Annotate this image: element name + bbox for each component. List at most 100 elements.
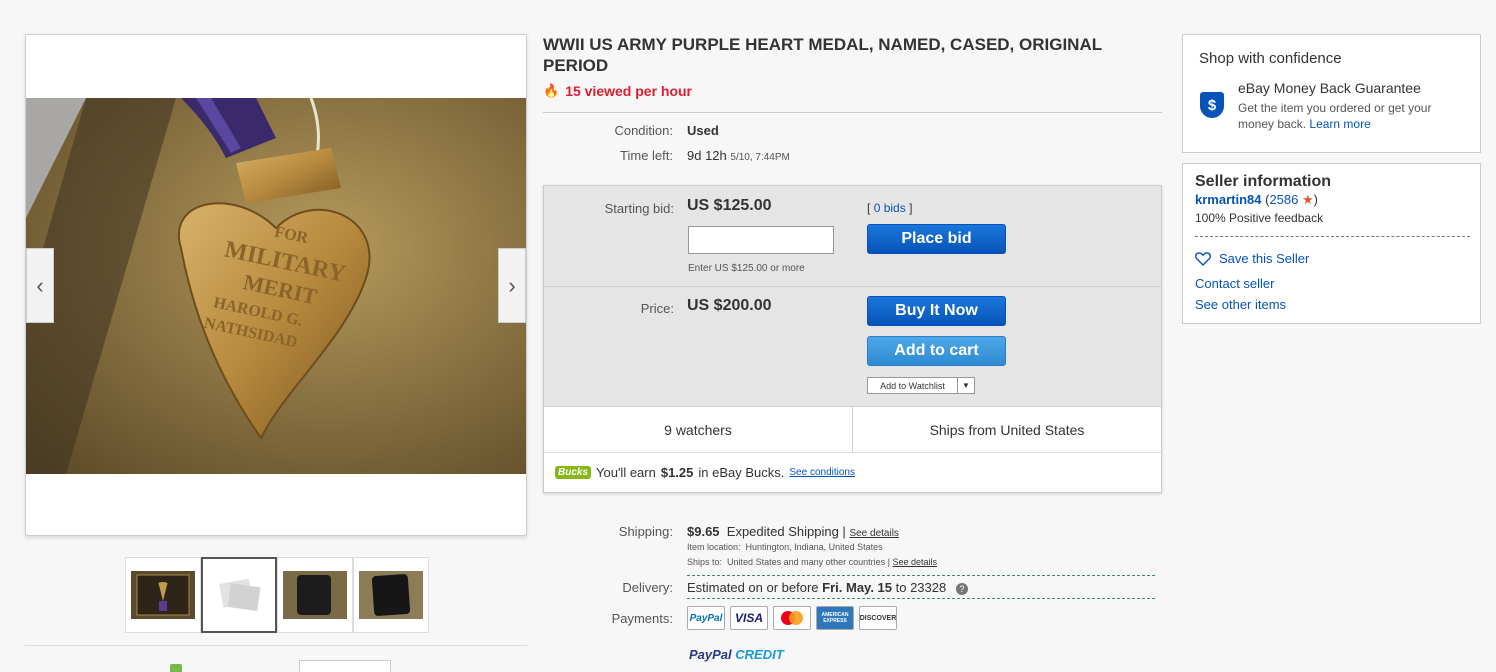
divider (25, 645, 527, 646)
paypal-credit-word2: CREDIT (735, 647, 784, 662)
thumbnail-strip (125, 557, 429, 633)
price-value: US $200.00 (687, 297, 772, 314)
ebay-bucks-row: Bucks You'll earn $1.25 in eBay Bucks. S… (544, 452, 1161, 492)
mastercard-logo: mastercard (773, 606, 811, 630)
time-left-duration: 9d 12h (687, 148, 727, 163)
amex-logo: AMERICAN EXPRESS (816, 606, 854, 630)
shop-with-confidence-card: Shop with confidence $ eBay Money Back G… (1182, 34, 1481, 153)
add-to-watchlist-button[interactable]: Add to Watchlist ▼ (867, 377, 975, 394)
item-location-label: Item location: (687, 542, 741, 552)
main-photo[interactable]: FOR MILITARY MERIT HAROLD G. NATHSIDAD (26, 98, 526, 474)
previous-image-button[interactable]: ‹ (26, 248, 54, 323)
shipping-label: Shipping: (618, 524, 673, 539)
time-left-value: 9d 12h 5/10, 7:44PM (687, 148, 790, 163)
seller-info-title: Seller information (1195, 173, 1332, 190)
ebay-bucks-logo: Bucks (555, 466, 592, 479)
score-close: ) (1313, 192, 1318, 207)
guarantee-text: Get the item you ordered or get your mon… (1238, 100, 1463, 132)
item-title: WWII US ARMY PURPLE HEART MEDAL, NAMED, … (543, 35, 1102, 75)
thumbnail-2[interactable] (201, 557, 277, 633)
contact-seller-link[interactable]: Contact seller (1195, 276, 1274, 291)
shipping-method: Expedited Shipping | (726, 524, 846, 539)
delivery-pre: Estimated on or before (687, 580, 819, 595)
chevron-left-icon: ‹ (36, 272, 44, 298)
condition-label: Condition: (614, 123, 673, 138)
save-seller-link[interactable]: Save this Seller (1219, 251, 1309, 266)
add-to-cart-button[interactable]: Add to cart (867, 336, 1006, 366)
divider (543, 112, 1162, 113)
confidence-title: Shop with confidence (1199, 50, 1342, 67)
divider (1195, 236, 1470, 237)
ships-to: Ships to: United States and many other c… (687, 557, 937, 567)
flame-icon: 🔥 (543, 83, 560, 98)
guarantee-title: eBay Money Back Guarantee (1238, 80, 1421, 96)
watchers-count: 9 watchers (544, 407, 853, 452)
learn-more-link[interactable]: Learn more (1309, 117, 1370, 131)
thumbnail-4[interactable] (353, 557, 429, 633)
view-count: 🔥 15 viewed per hour (543, 83, 692, 99)
seller-information-card: Seller information krmartin84 (2586 ★) 1… (1182, 163, 1481, 324)
paypal-logo: PayPal (687, 606, 725, 630)
see-conditions-link[interactable]: See conditions (789, 467, 855, 478)
divider (687, 575, 1155, 576)
shipping-info: $9.65 Expedited Shipping | See details (687, 524, 899, 539)
star-icon: ★ (1302, 192, 1314, 207)
delivery-estimate: Estimated on or before Fri. May. 15 to 2… (687, 580, 968, 595)
ships-from: Ships from United States (929, 421, 1085, 438)
view-count-text: 15 viewed per hour (565, 83, 693, 99)
bid-panel: Starting bid: US $125.00 [ 0 bids ] Ente… (543, 185, 1162, 493)
positive-feedback: 100% Positive feedback (1195, 211, 1324, 225)
next-image-button[interactable]: › (498, 248, 526, 323)
seller-name-link[interactable]: krmartin84 (1195, 192, 1261, 207)
discover-logo: DISCOVER (859, 606, 897, 630)
ships-to-details-link[interactable]: See details (893, 557, 938, 567)
bucks-amount: $1.25 (660, 465, 694, 480)
see-other-items-link[interactable]: See other items (1195, 297, 1286, 312)
starting-bid-label: Starting bid: (604, 201, 674, 216)
help-icon[interactable]: ? (955, 582, 968, 595)
ships-to-value: United States and many other countries | (727, 557, 890, 567)
partial-icon (170, 664, 182, 672)
visa-logo: VISA (730, 606, 768, 630)
delivery-date: Fri. May. 15 (822, 580, 892, 595)
end-time: 5/10, 7:44PM (730, 152, 790, 163)
thumbnail-1[interactable] (125, 557, 201, 633)
partial-button[interactable] (299, 660, 391, 672)
divider (687, 598, 1155, 599)
shield-icon: $ (1200, 92, 1224, 118)
bid-hint: Enter US $125.00 or more (688, 263, 805, 274)
condition-value: Used (687, 123, 719, 138)
ships-to-label: Ships to: (687, 557, 723, 567)
bid-history-link[interactable]: 0 bids (874, 201, 906, 215)
shipping-details-link[interactable]: See details (849, 528, 898, 539)
divider (544, 286, 1161, 287)
shipping-cost: $9.65 (687, 524, 720, 539)
save-seller-row[interactable]: Save this Seller (1195, 251, 1309, 266)
thumbnail-3[interactable] (277, 557, 353, 633)
watchlist-label: Add to Watchlist (868, 378, 958, 393)
paypal-credit-logo: PayPal CREDIT (689, 647, 784, 662)
chevron-right-icon: › (508, 272, 516, 298)
payments-label: Payments: (611, 611, 673, 626)
ebay-listing-page: FOR MILITARY MERIT HAROLD G. NATHSIDAD ‹… (0, 0, 1496, 672)
delivery-label: Delivery: (622, 580, 673, 595)
starting-bid-value: US $125.00 (687, 197, 772, 214)
bucks-text-pre: You'll earn (596, 465, 656, 480)
bucks-text-post: in eBay Bucks. (698, 465, 785, 480)
bracket-open: [ (867, 201, 871, 215)
bracket-close: ] (909, 201, 913, 215)
item-location: Item location: Huntington, Indiana, Unit… (687, 542, 883, 552)
image-gallery: FOR MILITARY MERIT HAROLD G. NATHSIDAD ‹… (25, 34, 527, 536)
feedback-score-link[interactable]: 2586 (1269, 192, 1298, 207)
chevron-down-icon[interactable]: ▼ (958, 381, 974, 390)
price-label: Price: (640, 301, 674, 316)
heart-icon (1195, 251, 1211, 266)
place-bid-button[interactable]: Place bid (867, 224, 1006, 254)
paypal-credit-word1: PayPal (689, 647, 732, 662)
seller-identity: krmartin84 (2586 ★) (1195, 192, 1318, 208)
bid-amount-input[interactable] (688, 226, 834, 254)
bid-count: [ 0 bids ] (867, 201, 912, 215)
buy-it-now-button[interactable]: Buy It Now (867, 296, 1006, 326)
delivery-post: to 23328 (895, 580, 947, 595)
item-location-value: Huntington, Indiana, United States (745, 542, 883, 552)
